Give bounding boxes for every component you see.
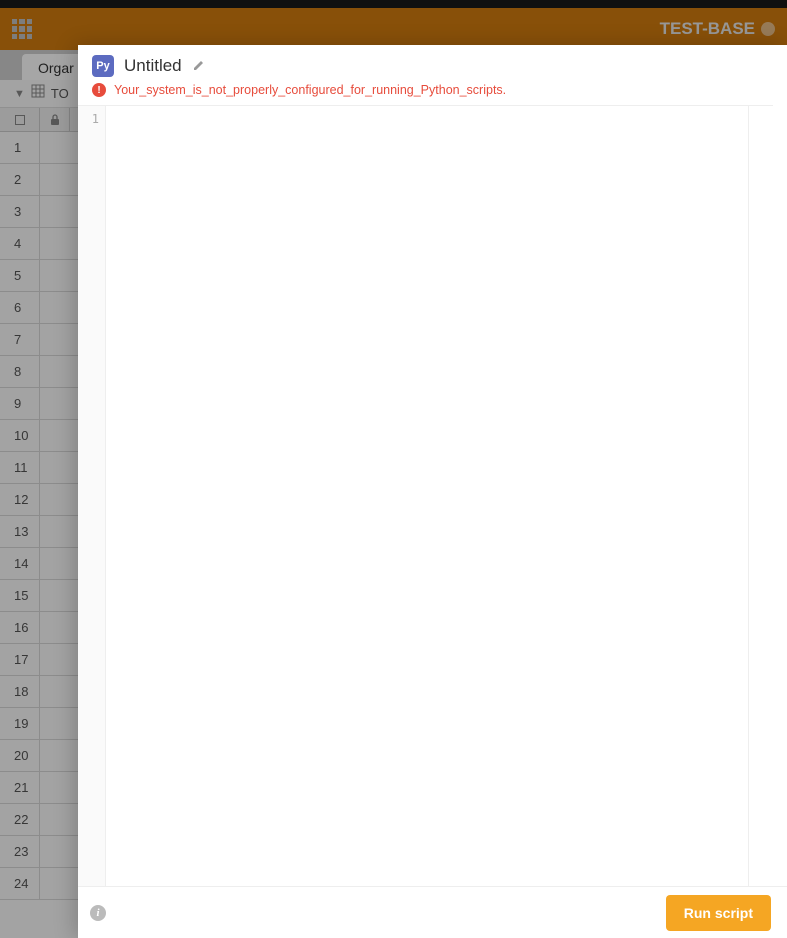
row-number: 18 — [0, 676, 40, 707]
apps-menu-icon[interactable] — [12, 19, 32, 39]
row-number: 9 — [0, 388, 40, 419]
editor-gutter: 1 — [78, 106, 106, 886]
info-icon[interactable]: i — [90, 905, 106, 921]
script-editor-modal: Py Untitled ! Your_system_is_not_properl… — [78, 45, 787, 938]
row-number: 11 — [0, 452, 40, 483]
row-number: 24 — [0, 868, 40, 899]
checkbox-icon — [15, 115, 25, 125]
line-number: 1 — [78, 112, 99, 126]
edit-title-icon[interactable] — [192, 58, 206, 75]
table-icon — [31, 84, 45, 103]
editor-textarea[interactable] — [106, 106, 749, 886]
python-badge-icon: Py — [92, 55, 114, 77]
row-number: 7 — [0, 324, 40, 355]
lock-column — [40, 108, 70, 131]
row-number: 12 — [0, 484, 40, 515]
script-title: Untitled — [124, 56, 182, 76]
app-header: TEST-BASE — [0, 8, 787, 50]
select-all-cell[interactable] — [0, 108, 40, 131]
lock-icon — [50, 114, 60, 125]
row-number: 23 — [0, 836, 40, 867]
row-number: 22 — [0, 804, 40, 835]
row-number: 4 — [0, 228, 40, 259]
row-number: 21 — [0, 772, 40, 803]
modal-header: Py Untitled — [78, 45, 787, 81]
row-number: 3 — [0, 196, 40, 227]
window-chrome-top — [0, 0, 787, 8]
error-message: Your_system_is_not_properly_configured_f… — [114, 83, 506, 97]
row-number: 13 — [0, 516, 40, 547]
error-icon: ! — [92, 83, 106, 97]
row-number: 16 — [0, 612, 40, 643]
code-editor: 1 — [78, 105, 773, 886]
row-number: 10 — [0, 420, 40, 451]
row-number: 5 — [0, 260, 40, 291]
row-number: 8 — [0, 356, 40, 387]
row-number: 17 — [0, 644, 40, 675]
row-number: 14 — [0, 548, 40, 579]
project-name-display[interactable]: TEST-BASE — [660, 19, 775, 39]
row-number: 6 — [0, 292, 40, 323]
run-script-button[interactable]: Run script — [666, 895, 771, 931]
table-name: TO — [51, 86, 69, 101]
row-number: 2 — [0, 164, 40, 195]
modal-footer: i Run script — [78, 886, 787, 938]
row-number: 15 — [0, 580, 40, 611]
info-icon — [761, 22, 775, 36]
collapse-chevron-icon[interactable]: ▼ — [14, 88, 25, 100]
row-number: 20 — [0, 740, 40, 771]
project-name: TEST-BASE — [660, 19, 755, 39]
error-banner: ! Your_system_is_not_properly_configured… — [78, 81, 787, 105]
tab-label: Orgar — [38, 60, 74, 76]
row-number: 1 — [0, 132, 40, 163]
row-number: 19 — [0, 708, 40, 739]
